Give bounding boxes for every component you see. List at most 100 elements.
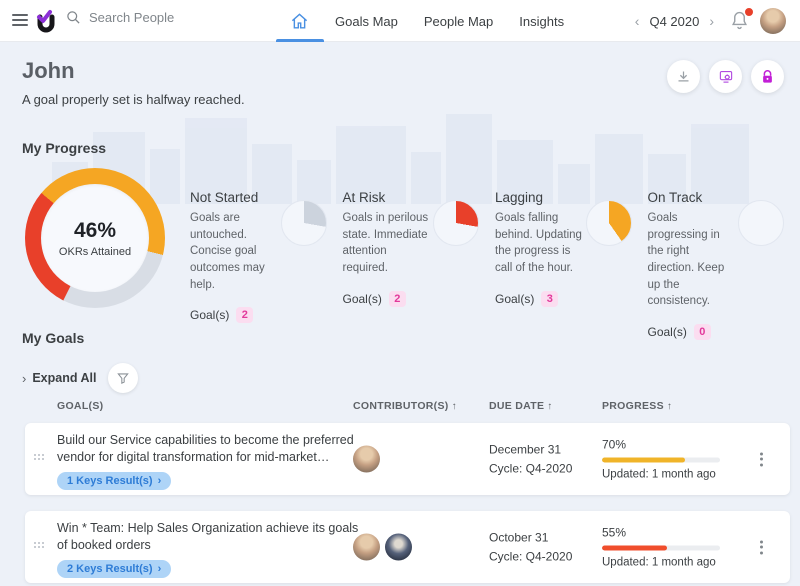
hero-action-buttons (667, 60, 784, 93)
cycle: Cycle: Q4-2020 (489, 549, 573, 563)
status-description: Goals progressing in the right direction… (647, 212, 725, 308)
status-tile-lagging: Lagging Goals falling behind. Updating t… (495, 190, 638, 340)
progress-bar (602, 545, 720, 551)
column-header-contributors[interactable]: CONTRIBUTOR(S) (353, 400, 457, 412)
on-track-pie-icon (738, 200, 784, 246)
lagging-pie-icon (585, 200, 632, 246)
progress-bar-fill (602, 545, 667, 551)
column-header-progress[interactable]: PROGRESS (602, 400, 672, 412)
home-icon (291, 12, 308, 29)
chevron-right-icon: › (157, 562, 162, 575)
download-button[interactable] (667, 60, 700, 93)
download-icon (678, 71, 689, 82)
app-logo[interactable] (34, 9, 58, 33)
period-selector[interactable]: Q4 2020 (649, 14, 699, 29)
tab-home[interactable] (276, 0, 324, 42)
search-icon (67, 11, 80, 24)
contributor-avatar (385, 533, 412, 561)
hamburger-menu-icon[interactable] (12, 14, 28, 27)
presentation-gear-icon (719, 70, 732, 83)
notification-badge (744, 7, 754, 17)
key-results-label: 1 Keys Result(s) (67, 474, 153, 487)
presentation-settings-button[interactable] (709, 60, 742, 93)
status-tiles: Not Started Goals are untouched. Concise… (190, 190, 791, 341)
drag-handle[interactable] (34, 542, 46, 550)
topbar-right: ‹ Q4 2020 › (635, 0, 786, 42)
goals-label: Goal(s) (342, 291, 382, 306)
row-kebab-menu[interactable] (756, 538, 766, 557)
status-description: Goals are untouched. Concise goal outcom… (190, 212, 265, 291)
status-description: Goals falling behind. Updating the progr… (495, 212, 582, 275)
key-results-pill[interactable]: 2 Keys Result(s) › (57, 559, 172, 578)
goal-count-badge[interactable]: 0 (693, 324, 711, 341)
drag-handle[interactable] (34, 454, 46, 462)
goals-toolbar: › Expand All (22, 363, 139, 393)
chevron-right-icon: › (22, 370, 27, 386)
notifications-button[interactable] (730, 7, 754, 32)
my-progress-heading: My Progress (22, 140, 107, 156)
row-kebab-menu[interactable] (756, 450, 766, 469)
tab-insights[interactable]: Insights (519, 14, 564, 29)
goal-row[interactable]: Build our Service capabilities to become… (25, 423, 790, 495)
progress-bar (602, 457, 720, 463)
chevron-right-icon: › (157, 474, 162, 487)
cycle: Cycle: Q4-2020 (489, 461, 573, 475)
expand-all-button[interactable]: › Expand All (22, 371, 96, 386)
column-header-due-date[interactable]: DUE DATE (489, 400, 553, 412)
filter-button[interactable] (108, 363, 139, 393)
expand-all-label: Expand All (32, 371, 97, 385)
tab-people-map[interactable]: People Map (424, 14, 493, 29)
progress-percent: 55% (602, 525, 627, 540)
user-avatar[interactable] (760, 8, 786, 34)
goal-row[interactable]: Win * Team: Help Sales Organization achi… (25, 511, 790, 583)
period-prev-chevron-icon[interactable]: ‹ (635, 14, 640, 28)
status-description: Goals in perilous state. Immediate atten… (342, 212, 429, 275)
status-tile-on-track: On Track Goals progressing in the right … (647, 190, 791, 341)
goals-label: Goal(s) (495, 291, 535, 306)
search-input[interactable] (89, 10, 249, 25)
updated-label: Updated: 1 month ago (602, 468, 716, 481)
status-tile-not-started: Not Started Goals are untouched. Concise… (190, 190, 333, 340)
okr-percent: 46% (73, 218, 117, 242)
due-date-cell: October 31 Cycle: Q4-2020 (489, 528, 572, 565)
active-tab-underline (276, 39, 324, 42)
progress-cell: 70% Updated: 1 month ago (602, 438, 732, 481)
period-next-chevron-icon[interactable]: › (709, 14, 714, 28)
primary-tabs: Goals Map People Map Insights (276, 0, 564, 42)
progress-percent: 70% (602, 437, 627, 452)
tab-goals-map[interactable]: Goals Map (335, 14, 398, 29)
key-results-pill[interactable]: 1 Keys Result(s) › (57, 471, 172, 490)
lock-icon (763, 69, 772, 83)
status-tile-at-risk: At Risk Goals in perilous state. Immedia… (343, 190, 486, 340)
goal-main: Win * Team: Help Sales Organization achi… (57, 520, 359, 578)
goal-title: Win * Team: Help Sales Organization achi… (57, 521, 359, 552)
lock-button[interactable] (751, 60, 784, 93)
updated-label: Updated: 1 month ago (602, 556, 716, 569)
contributor-avatars (353, 533, 412, 561)
contributor-avatar (353, 445, 380, 473)
filter-funnel-icon (117, 373, 130, 384)
column-header-goals: GOAL(S) (57, 400, 104, 412)
goal-main: Build our Service capabilities to become… (57, 432, 359, 490)
goal-count-badge[interactable]: 3 (541, 290, 559, 307)
key-results-label: 2 Keys Result(s) (67, 562, 153, 575)
okr-dashboard: Goals Map People Map Insights ‹ Q4 2020 … (0, 0, 800, 586)
okr-caption: OKRs Attained (58, 245, 132, 258)
goal-count-badge[interactable]: 2 (236, 307, 254, 324)
contributor-avatar (353, 533, 380, 561)
not-started-pie-icon (280, 200, 327, 246)
at-risk-pie-icon (433, 200, 479, 246)
contributor-avatars (353, 445, 380, 473)
people-search (66, 10, 249, 25)
progress-bar-fill (602, 457, 685, 463)
due-date-cell: December 31 Cycle: Q4-2020 (489, 440, 572, 477)
progress-cell: 55% Updated: 1 month ago (602, 526, 732, 569)
page-title: John (22, 58, 75, 83)
my-goals-heading: My Goals (22, 330, 85, 346)
goal-count-badge[interactable]: 2 (388, 290, 406, 307)
goal-title: Build our Service capabilities to become… (57, 433, 354, 464)
top-navigation-bar: Goals Map People Map Insights ‹ Q4 2020 … (0, 0, 800, 42)
goals-label: Goal(s) (190, 308, 230, 323)
goals-label: Goal(s) (647, 325, 687, 340)
quote-subtitle: A goal properly set is halfway reached. (22, 92, 245, 107)
